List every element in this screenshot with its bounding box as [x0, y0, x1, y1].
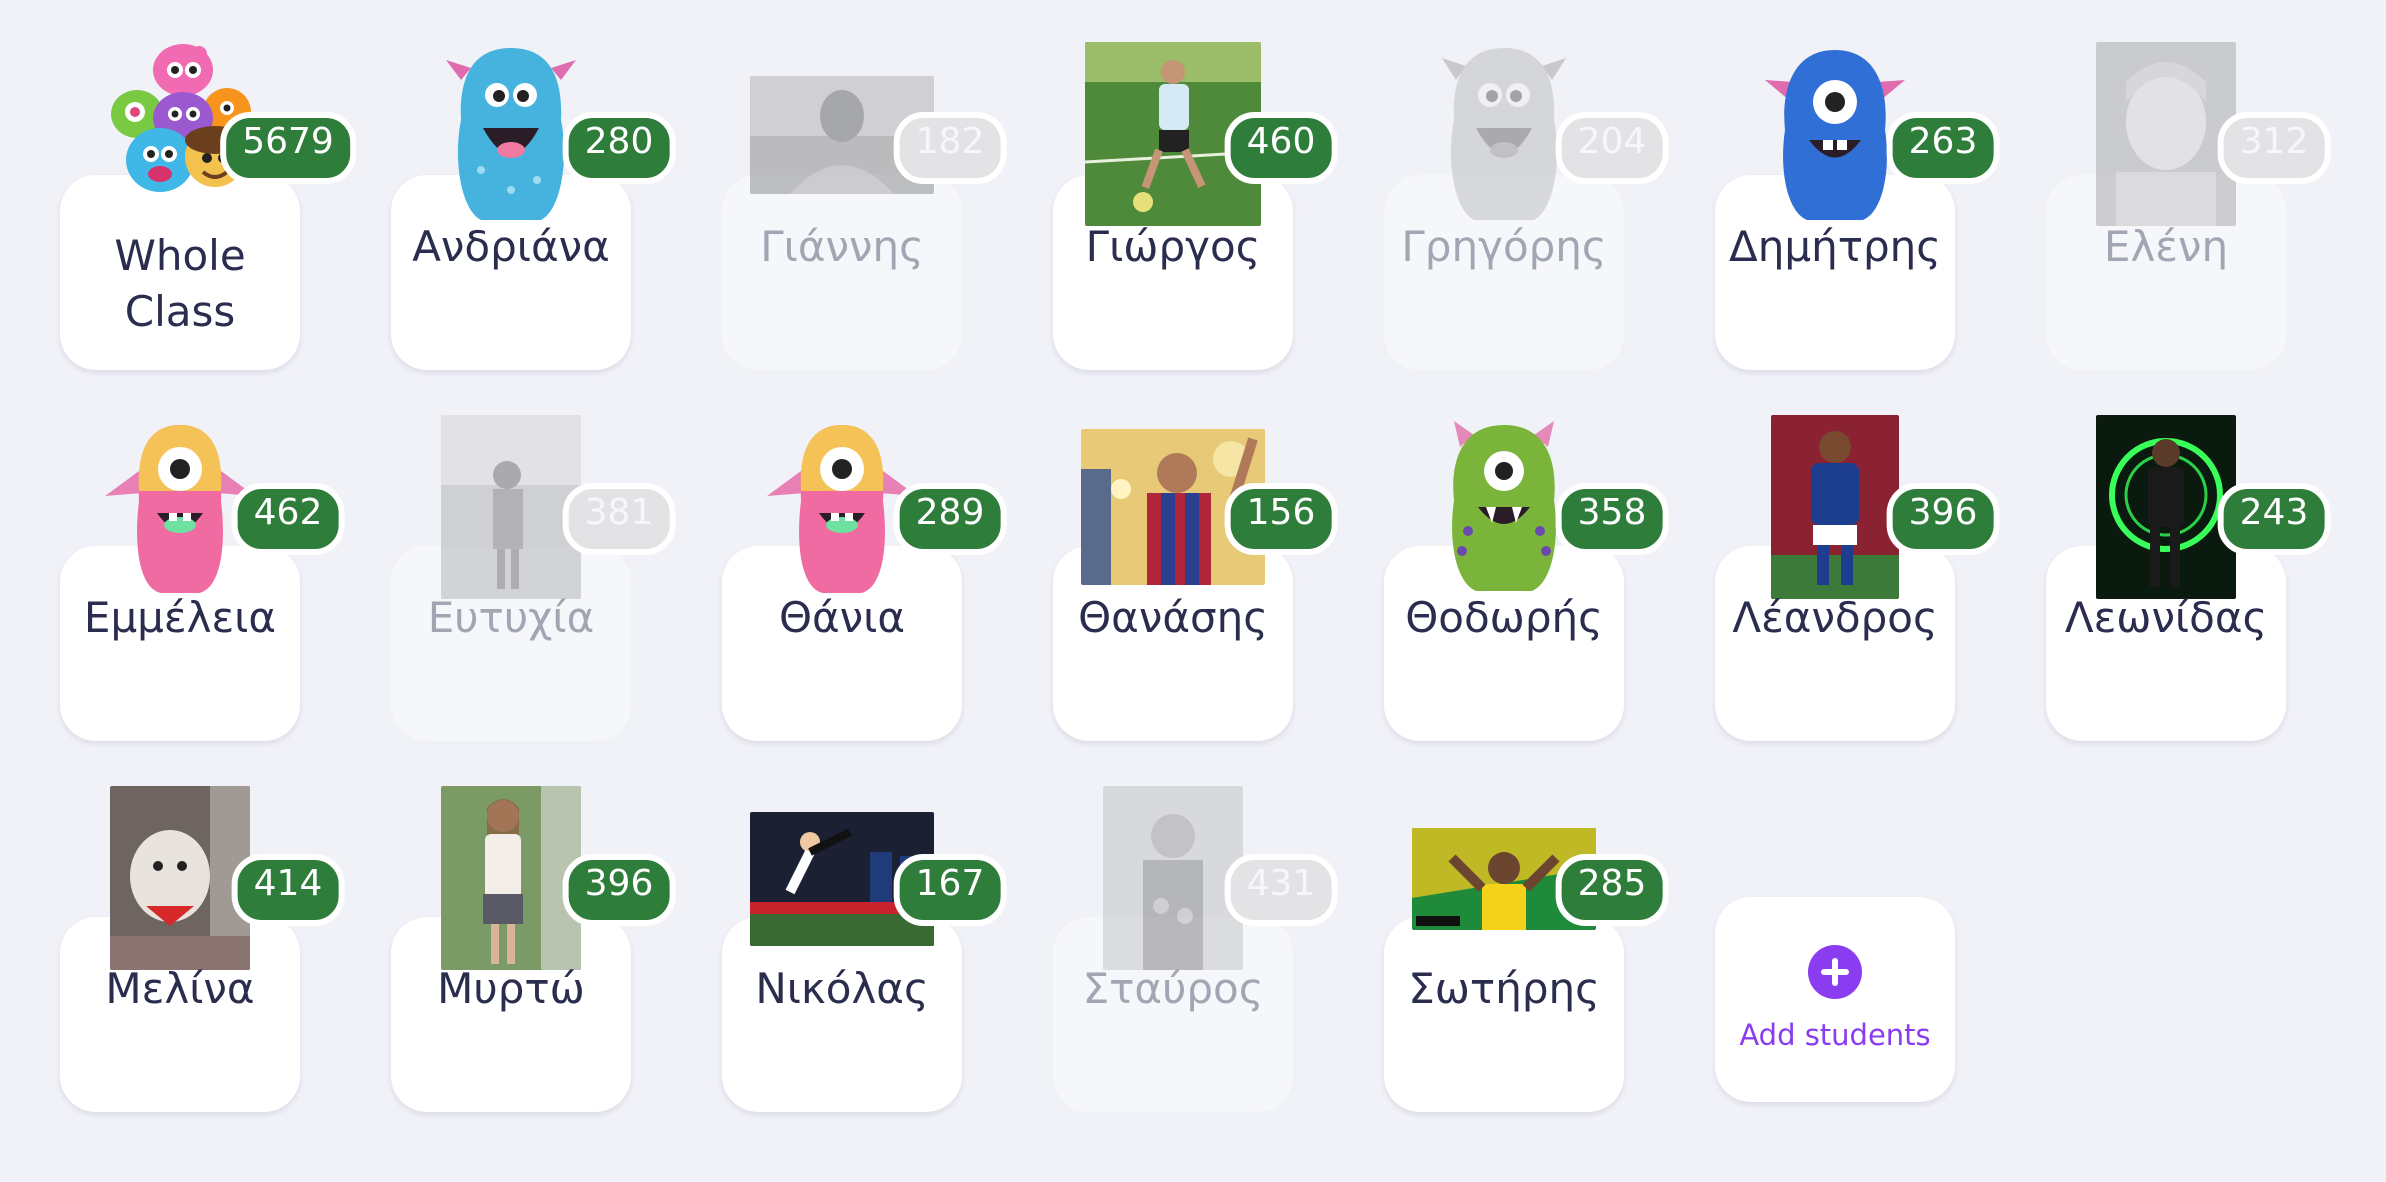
student-name: Νικόλας	[755, 964, 929, 1013]
student-tile[interactable]: 462 Εμμέλεια	[60, 371, 345, 741]
student-name: Μελίνα	[105, 964, 255, 1013]
monster-cyclops-blue-icon	[1765, 40, 1905, 225]
student-tile[interactable]: 289 Θάνια	[722, 371, 1007, 741]
add-students-button[interactable]: Add students	[1715, 897, 1955, 1102]
student-name: Θανάσης	[1078, 593, 1268, 642]
points-badge: 462	[231, 483, 345, 555]
student-tile[interactable]: 285 Σωτήρης	[1384, 742, 1669, 1112]
monster-blue-icon	[441, 40, 581, 225]
points-badge: 396	[562, 854, 676, 926]
student-photo	[441, 786, 581, 970]
student-tile[interactable]: 243 Λεωνίδας	[2046, 371, 2331, 741]
points-badge: 381	[562, 483, 676, 555]
student-name: Μυρτώ	[437, 964, 585, 1013]
monster-grey-icon	[1434, 40, 1574, 225]
student-grid: 5679 Whole Class 280 Ανδριάνα 182 Γιάννη…	[0, 0, 2386, 1182]
points-badge: 312	[2217, 112, 2331, 184]
student-photo	[2096, 415, 2236, 599]
student-tile[interactable]: 263 Δημήτρης	[1715, 0, 2000, 370]
student-name: Γιάννης	[760, 222, 924, 271]
add-students-label: Add students	[1739, 1018, 1931, 1052]
student-tile[interactable]: 182 Γιάννης	[722, 0, 1007, 370]
points-badge: 289	[893, 483, 1007, 555]
points-badge: 263	[1886, 112, 2000, 184]
student-photo	[2096, 42, 2236, 226]
student-tile[interactable]: 460 Γιώργος	[1053, 0, 1338, 370]
student-tile[interactable]: 204 Γρηγόρης	[1384, 0, 1669, 370]
points-badge: 280	[562, 112, 676, 184]
points-badge: 167	[893, 854, 1007, 926]
student-tile[interactable]: 312 Ελένη	[2046, 0, 2331, 370]
student-name: Γιώργος	[1085, 222, 1261, 271]
points-badge: 285	[1555, 854, 1669, 926]
points-badge: 460	[1224, 112, 1338, 184]
student-name: Ευτυχία	[427, 593, 595, 642]
student-name: Θάνια	[778, 593, 906, 642]
student-tile[interactable]: 167 Νικόλας	[722, 742, 1007, 1112]
student-name: Λέανδρος	[1732, 593, 1938, 642]
student-photo	[1103, 786, 1243, 970]
student-photo	[441, 415, 581, 599]
points-badge: 243	[2217, 483, 2331, 555]
student-tile[interactable]: 381 Ευτυχία	[391, 371, 676, 741]
student-tile[interactable]: 280 Ανδριάνα	[391, 0, 676, 370]
points-badge: 182	[893, 112, 1007, 184]
student-name: Λεωνίδας	[2064, 593, 2268, 642]
points-badge: 156	[1224, 483, 1338, 555]
student-name: Γρηγόρης	[1401, 222, 1607, 271]
student-name: Ανδριάνα	[412, 222, 610, 271]
student-tile[interactable]: 431 Σταύρος	[1053, 742, 1338, 1112]
student-name: Δημήτρης	[1729, 222, 1941, 271]
points-badge: 358	[1555, 483, 1669, 555]
plus-circle-icon	[1808, 945, 1862, 999]
student-photo	[1771, 415, 1899, 599]
student-name: Σωτήρης	[1408, 964, 1600, 1013]
student-tile[interactable]: 396 Λέανδρος	[1715, 371, 2000, 741]
student-name: Σταύρος	[1082, 964, 1264, 1013]
student-name: Θοδωρής	[1405, 593, 1603, 642]
points-badge: 204	[1555, 112, 1669, 184]
student-tile[interactable]: 156 Θανάσης	[1053, 371, 1338, 741]
monster-cyclops-green-icon	[1434, 411, 1574, 596]
student-tile[interactable]: 414 Μελίνα	[60, 742, 345, 1112]
points-badge: 396	[1886, 483, 2000, 555]
student-name: Εμμέλεια	[83, 593, 277, 642]
points-badge: 414	[231, 854, 345, 926]
points-badge: 5679	[220, 112, 356, 184]
whole-class-label: Whole Class	[114, 231, 246, 336]
student-name: Ελένη	[2103, 222, 2229, 271]
points-badge: 431	[1224, 854, 1338, 926]
student-tile[interactable]: 358 Θοδωρής	[1384, 371, 1669, 741]
student-photo	[110, 786, 250, 970]
whole-class-tile[interactable]: 5679 Whole Class	[60, 0, 356, 370]
student-tile[interactable]: 396 Μυρτώ	[391, 742, 676, 1112]
